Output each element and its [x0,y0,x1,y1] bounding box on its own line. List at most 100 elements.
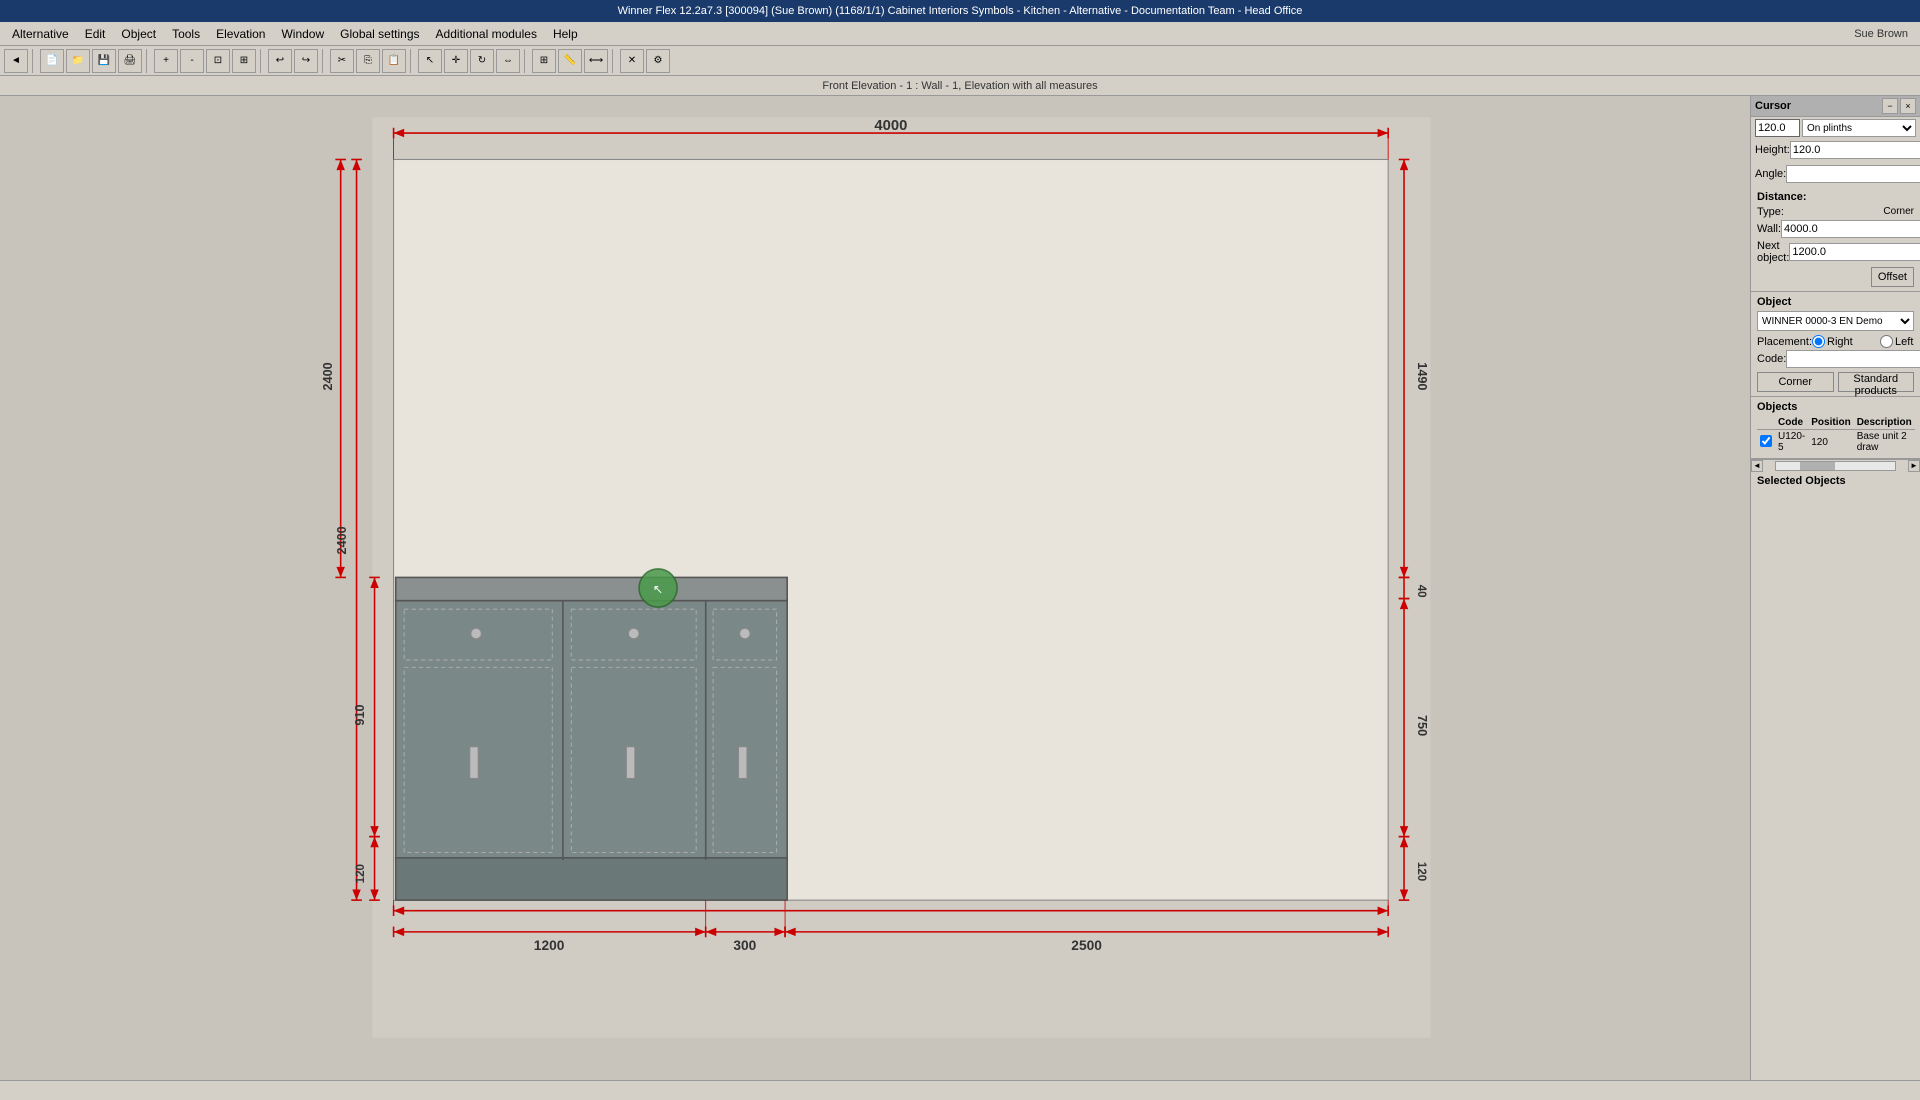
new-btn[interactable]: 📄 [40,49,64,73]
scroll-right-arrow[interactable]: ► [1908,460,1920,472]
grid-btn[interactable]: ⊞ [532,49,556,73]
dimension-btn[interactable]: ⟷ [584,49,608,73]
delete-btn[interactable]: ✕ [620,49,644,73]
user-name: Sue Brown [1846,26,1916,42]
radio-right[interactable] [1812,335,1825,348]
svg-text:40: 40 [1415,585,1428,598]
placement-radio-group: Right Left [1812,335,1920,348]
scroll-thumb[interactable] [1800,462,1836,470]
settings-btn[interactable]: ⚙ [646,49,670,73]
save-btn[interactable]: 💾 [92,49,116,73]
main-layout: 4000 2400 2400 910 [0,96,1920,1080]
code-input[interactable] [1786,350,1920,368]
menu-edit[interactable]: Edit [77,25,114,43]
type-label: Type: [1757,206,1784,218]
row-description: Base unit 2 draw [1854,430,1915,455]
selected-objects-section: Selected Objects [1751,471,1920,1080]
drawing-svg: 4000 2400 2400 910 [0,96,1750,1080]
undo-btn[interactable]: ↩ [268,49,292,73]
svg-text:4000: 4000 [874,118,907,134]
objects-table: Code Position Description U120-5 120 Bas… [1757,416,1915,454]
height-label: Height: [1755,144,1790,156]
svg-text:910: 910 [353,704,367,725]
row-checkbox[interactable] [1760,435,1772,447]
cursor-value-input[interactable] [1755,119,1800,137]
object-dropdown[interactable]: WINNER 0000-3 EN Demo [1757,311,1914,331]
svg-text:1200: 1200 [534,938,565,953]
paste-btn[interactable]: 📋 [382,49,406,73]
status-bar [0,1080,1920,1100]
svg-text:120: 120 [354,864,367,883]
objects-label: Objects [1757,401,1914,413]
corner-label-dist: Corner [1883,206,1914,218]
svg-text:300: 300 [733,938,756,953]
objects-section: Objects Code Position Description U120-5… [1751,397,1920,459]
wall-input[interactable] [1781,220,1920,238]
menu-bar: Alternative Edit Object Tools Elevation … [0,22,1920,46]
height-input[interactable] [1790,141,1920,159]
menu-elevation[interactable]: Elevation [208,25,273,43]
scroll-track[interactable] [1775,461,1896,471]
move-btn[interactable]: ✛ [444,49,468,73]
title-bar: Winner Flex 12.2a7.3 [300094] (Sue Brown… [0,0,1920,22]
canvas-area[interactable]: 4000 2400 2400 910 [0,96,1750,1080]
wall-row: Wall: [1757,220,1914,238]
cursor-max-btn[interactable]: × [1900,98,1916,114]
angle-input[interactable] [1786,165,1920,183]
menu-window[interactable]: Window [273,25,332,43]
zoom-fit-btn[interactable]: ⊡ [206,49,230,73]
right-panel: Cursor − × On plinths On floor Height: A… [1750,96,1920,1080]
back-btn[interactable]: ◄ [4,49,28,73]
copy-btn[interactable]: ⎘ [356,49,380,73]
code-label: Code: [1757,353,1786,365]
toolbar: ◄ 📄 📁 💾 🖨 + - ⊡ ⊞ ↩ ↪ ✂ ⎘ 📋 ↖ ✛ ↻ ⇔ ⊞ 📏 … [0,46,1920,76]
menu-alternative[interactable]: Alternative [4,25,77,43]
mirror-btn[interactable]: ⇔ [496,49,520,73]
status-bar-top: Front Elevation - 1 : Wall - 1, Elevatio… [0,76,1920,96]
distance-label: Distance: [1757,191,1914,203]
svg-text:2400: 2400 [321,362,335,390]
print-btn[interactable]: 🖨 [118,49,142,73]
svg-text:1490: 1490 [1415,362,1429,390]
angle-row: Angle: [1751,163,1920,185]
cursor-close-btn[interactable]: − [1882,98,1898,114]
menu-help[interactable]: Help [545,25,586,43]
offset-button[interactable]: Offset [1871,267,1914,287]
menu-global-settings[interactable]: Global settings [332,25,427,43]
radio-right-label[interactable]: Right [1812,335,1872,348]
next-obj-row: Next object: [1757,240,1914,264]
measure-btn[interactable]: 📏 [558,49,582,73]
cursor-mode-dropdown[interactable]: On plinths On floor [1802,119,1916,137]
placement-row: Placement: Right Left [1757,335,1914,348]
open-btn[interactable]: 📁 [66,49,90,73]
rotate-btn[interactable]: ↻ [470,49,494,73]
select-btn[interactable]: ↖ [418,49,442,73]
zoom-all-btn[interactable]: ⊞ [232,49,256,73]
corner-button[interactable]: Corner [1757,372,1834,392]
svg-text:↖: ↖ [653,582,664,596]
next-obj-label: Next object: [1757,240,1789,264]
col-description: Description [1854,416,1915,430]
cursor-value-row: On plinths On floor [1751,117,1920,139]
height-row: Height: [1751,139,1920,161]
zoom-out-btn[interactable]: - [180,49,204,73]
radio-left-label[interactable]: Left [1880,335,1920,348]
svg-text:120: 120 [1415,862,1428,881]
row-position: 120 [1808,430,1853,455]
redo-btn[interactable]: ↪ [294,49,318,73]
menu-additional-modules[interactable]: Additional modules [428,25,545,43]
cut-btn[interactable]: ✂ [330,49,354,73]
menu-object[interactable]: Object [113,25,164,43]
placement-label: Placement: [1757,336,1812,348]
svg-text:2500: 2500 [1071,938,1102,953]
next-obj-input[interactable] [1789,243,1920,261]
scroll-left-arrow[interactable]: ◄ [1751,460,1763,472]
std-products-button[interactable]: Standard products [1838,372,1915,392]
menu-tools[interactable]: Tools [164,25,208,43]
objects-scrollbar[interactable]: ◄ ► [1751,459,1920,471]
table-row[interactable]: U120-5 120 Base unit 2 draw [1757,430,1915,455]
selected-objects-label: Selected Objects [1757,475,1914,487]
zoom-in-btn[interactable]: + [154,49,178,73]
radio-left[interactable] [1880,335,1893,348]
angle-label: Angle: [1755,168,1786,180]
